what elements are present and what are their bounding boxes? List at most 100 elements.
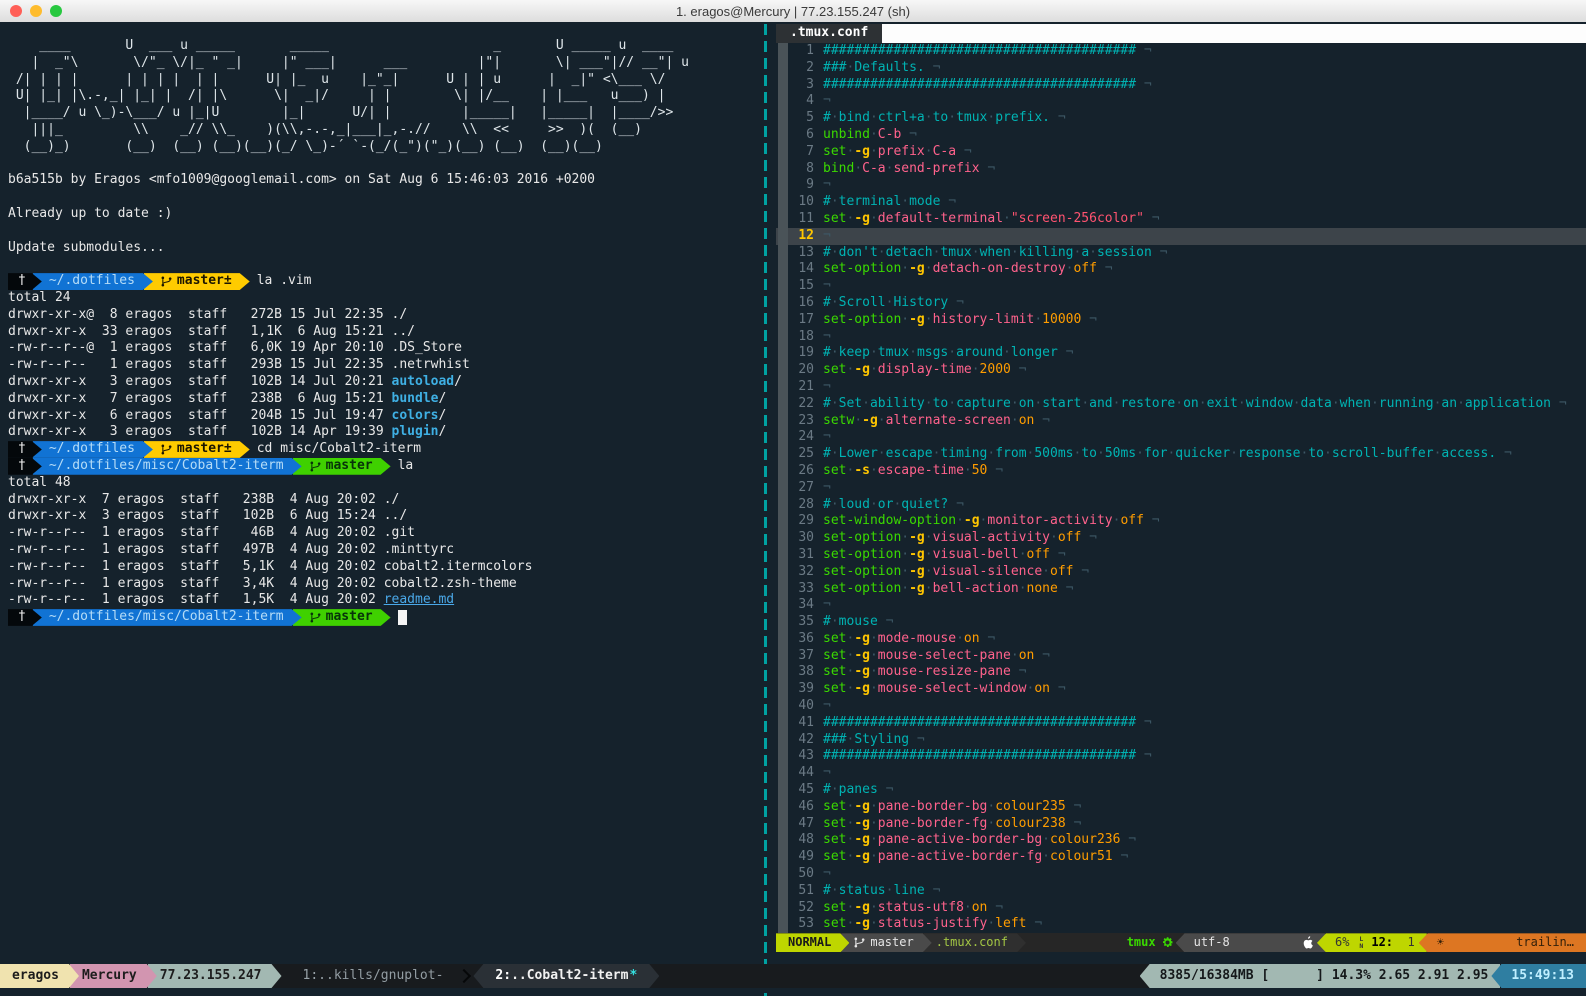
vim-line-text: set-option·-g·visual-bell·off ¬ — [823, 547, 1066, 564]
token: bind — [839, 110, 870, 125]
eol-mark: ¬ — [823, 429, 831, 444]
token: bind — [823, 161, 854, 176]
space-dot: · — [862, 396, 870, 411]
branch-label: master± — [177, 273, 232, 290]
vim-line: 1#######################################… — [776, 43, 1586, 60]
line-number: 30 — [790, 530, 814, 547]
vim-command-line[interactable] — [776, 952, 1586, 963]
line-number: 24 — [790, 429, 814, 446]
eol-mark: ¬ — [948, 295, 964, 310]
vim-line: 14set-option·-g·detach-on-destroy·off ¬ — [776, 261, 1586, 278]
shell-pane[interactable]: ____ U ___ u _____ _____ _ U _____ u ___… — [0, 22, 770, 962]
token: # — [823, 614, 831, 629]
token: set — [823, 816, 846, 831]
token: ability — [870, 396, 925, 411]
token: set — [823, 463, 846, 478]
token: set-option — [823, 312, 901, 327]
vim-tab[interactable]: .tmux.conf — [776, 24, 882, 43]
statusline-git-branch: master — [841, 933, 931, 952]
file-meta: drwxr-xr-x 7 eragos staff 238B 6 Aug 15:… — [8, 391, 392, 406]
token: tmux — [940, 245, 971, 260]
minimize-button[interactable] — [30, 5, 42, 17]
token: set — [823, 362, 846, 377]
vim-pane[interactable]: .tmux.conf 1############################… — [776, 24, 1586, 963]
vim-line-text: set·-g·status-utf8·on ¬ — [823, 900, 1003, 917]
token: # — [823, 883, 831, 898]
vim-line-text: ###·Styling ¬ — [823, 732, 925, 749]
vim-line: 13#·don't·detach·tmux·when·killing·a·ses… — [776, 245, 1586, 262]
space-dot: · — [831, 194, 839, 209]
line-number-icon: LN — [1359, 936, 1363, 949]
prompt-branch-segment: master± — [144, 441, 250, 458]
token: visual-activity — [933, 530, 1050, 545]
space-dot: · — [1136, 446, 1144, 461]
tmux-pane-divider[interactable] — [764, 24, 767, 996]
vim-line: 51#·status·line ¬ — [776, 883, 1586, 900]
tmux-memory-load: 8385/16384MB [ ] 14.3% 2.65 2.91 2.95 — [1140, 964, 1501, 988]
token: C-b — [878, 127, 901, 142]
token: ### — [823, 732, 846, 747]
tmux-window-1[interactable]: 1:..kills/gnuplot- — [291, 964, 456, 988]
close-button[interactable] — [10, 5, 22, 17]
space-dot: · — [925, 110, 933, 125]
statusline-encoding: utf-8 — [1176, 933, 1325, 952]
file-name: cobalt2.itermcolors — [384, 559, 533, 574]
token: on — [1034, 681, 1050, 696]
vim-line-text: set·-g·mouse-resize-pane ¬ — [823, 664, 1027, 681]
space-dot: · — [878, 413, 886, 428]
vim-line: 43######################################… — [776, 748, 1586, 765]
token: -g — [854, 816, 870, 831]
file-name[interactable]: readme.md — [384, 592, 454, 607]
token: around — [956, 345, 1003, 360]
token: don't — [839, 245, 878, 260]
vim-line: 28#·loud·or·quiet? ¬ — [776, 497, 1586, 514]
space-dot: · — [878, 245, 886, 260]
line-number: 20 — [790, 362, 814, 379]
terminal-window: 1. eragos@Mercury | 77.23.155.247 (sh) _… — [0, 0, 1586, 996]
token: set-option — [823, 581, 901, 596]
space-dot: · — [956, 631, 964, 646]
line-number: 8 — [790, 161, 814, 178]
token: on — [1019, 413, 1035, 428]
terminal-line: drwxr-xr-x 7 eragos staff 238B 6 Aug 15:… — [8, 391, 770, 408]
token: -g — [909, 530, 925, 545]
eol-mark: ¬ — [980, 631, 996, 646]
vim-line: 49set·-g·pane-active-border-fg·colour51 … — [776, 849, 1586, 866]
space-dot: · — [1230, 446, 1238, 461]
token: unbind — [823, 127, 870, 142]
vim-line: 48set·-g·pane-active-border-bg·colour236… — [776, 832, 1586, 849]
token: colour51 — [1050, 849, 1113, 864]
token: -g — [909, 581, 925, 596]
token: none — [1027, 581, 1058, 596]
ascii-art-line: | _"\ \/"_ \/|_ " _| |" ___| ___ |"| \| … — [8, 55, 689, 70]
vim-line-text: ########################################… — [823, 715, 1152, 732]
line-number: 42 — [790, 732, 814, 749]
tmux-window-list: 1:..kills/gnuplot- 2:..Cobalt2-iterm* — [291, 964, 660, 988]
eol-mark: ¬ — [823, 765, 831, 780]
token: left — [995, 916, 1026, 931]
token: off — [1120, 513, 1143, 528]
zoom-button[interactable] — [50, 5, 62, 17]
space-dot: · — [870, 849, 878, 864]
eol-mark: ¬ — [1136, 748, 1152, 763]
file-meta: drwxr-xr-x 33 eragos staff 1,1K 6 Aug 15… — [8, 324, 392, 339]
token: to — [1308, 446, 1324, 461]
vim-line-text: set-option·-g·visual-activity·off ¬ — [823, 530, 1097, 547]
terminal-line: drwxr-xr-x 3 eragos staff 102B 14 Jul 20… — [8, 374, 770, 391]
token: -g — [854, 362, 870, 377]
token: prefix — [878, 144, 925, 159]
vim-statusline: NORMAL master .tmux.conf tmux utf-8 — [776, 933, 1586, 952]
space-dot: · — [1042, 849, 1050, 864]
eol-mark: ¬ — [1152, 245, 1168, 260]
vim-line: 7set·-g·prefix·C-a ¬ — [776, 144, 1586, 161]
line-number: 40 — [790, 698, 814, 715]
vim-buffer[interactable]: 1#######################################… — [776, 43, 1586, 933]
vim-sign-column — [778, 43, 788, 933]
vim-line-text: #·panes ¬ — [823, 782, 893, 799]
tmux-window-2[interactable]: 2:..Cobalt2-iterm* — [473, 964, 659, 988]
vim-line: 18¬ — [776, 329, 1586, 346]
terminal-line: total 24 — [8, 290, 770, 307]
token: -g — [909, 564, 925, 579]
token: on — [964, 631, 980, 646]
token: prefix. — [995, 110, 1050, 125]
